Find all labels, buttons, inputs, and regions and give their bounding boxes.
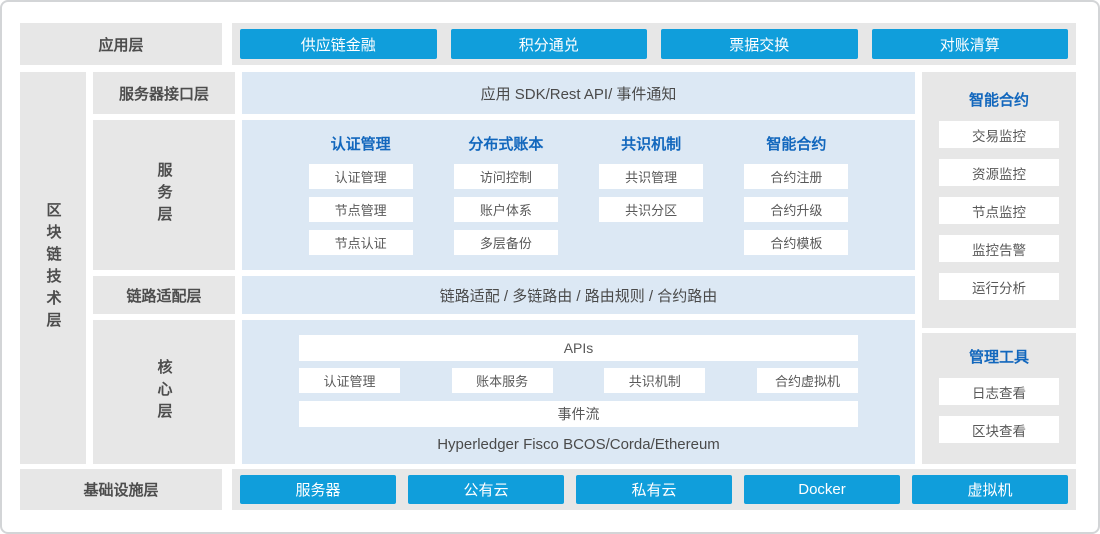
tool-item: 日志查看 [939,378,1059,405]
blockchain-tech-layer-label-text: 区块链技术层 [46,202,61,334]
core-platforms-caption: Hyperledger Fisco BCOS/Corda/Ethereum [299,436,858,453]
infra-button-server: 服务器 [240,475,396,504]
service-item: 认证管理 [309,164,413,189]
service-item: 合约模板 [744,230,848,255]
app-button-bill-exchange: 票据交换 [661,29,858,59]
service-column-consensus-title: 共识机制 [621,133,681,153]
core-item: 账本服务 [452,368,553,393]
monitor-item: 资源监控 [939,159,1059,186]
service-item: 节点管理 [309,197,413,222]
service-column-ledger: 分布式账本 访问控制 账户体系 多层备份 [433,133,578,270]
service-layer-label-text: 服务层 [157,162,172,228]
service-item: 访问控制 [454,164,558,189]
monitor-item: 运行分析 [939,273,1059,300]
service-column-smart-contract-title: 智能合约 [766,133,826,153]
infrastructure-layer-row: 基础设施层 服务器 公有云 私有云 Docker 虚拟机 [20,469,1076,510]
core-item: 共识机制 [604,368,705,393]
core-layer-label-text: 核心层 [157,359,172,425]
monitor-item: 监控告警 [939,235,1059,262]
server-interface-layer-label: 服务器接口层 [93,72,235,114]
service-item: 账户体系 [454,197,558,222]
service-column-auth: 认证管理 认证管理 节点管理 节点认证 [288,133,433,270]
architecture-diagram: 应用层 供应链金融 积分通兑 票据交换 对账清算 区块链技术层 服务器接口层 服… [0,0,1100,534]
smart-contract-panel: 智能合约 交易监控 资源监控 节点监控 监控告警 运行分析 [922,72,1076,328]
core-item: 合约虚拟机 [757,368,858,393]
infrastructure-layer-strip: 服务器 公有云 私有云 Docker 虚拟机 [232,469,1076,510]
sublayer-labels-column: 服务器接口层 服务层 链路适配层 核心层 [93,72,235,464]
infra-button-public-cloud: 公有云 [408,475,564,504]
monitor-item: 节点监控 [939,197,1059,224]
application-layer-strip: 供应链金融 积分通兑 票据交换 对账清算 [232,23,1076,65]
blockchain-tech-layer-row: 区块链技术层 服务器接口层 服务层 链路适配层 核心层 应用 SDK/Rest … [20,72,1076,464]
infra-button-private-cloud: 私有云 [576,475,732,504]
service-column-ledger-title: 分布式账本 [468,133,543,153]
monitor-item: 交易监控 [939,121,1059,148]
core-item: 认证管理 [299,368,400,393]
link-adapter-layer-label: 链路适配层 [93,276,235,314]
service-column-smart-contract: 智能合约 合约注册 合约升级 合约模板 [724,133,869,270]
service-item: 合约升级 [744,197,848,222]
management-tools-panel-title: 管理工具 [969,346,1029,367]
core-layer-label: 核心层 [93,320,235,464]
service-column-auth-title: 认证管理 [331,133,391,153]
app-button-points-exchange: 积分通兑 [451,29,648,59]
blockchain-tech-layer-label: 区块链技术层 [20,72,86,464]
service-layer-panel: 认证管理 认证管理 节点管理 节点认证 分布式账本 访问控制 账户体系 多层备份… [242,120,915,270]
service-column-consensus: 共识机制 共识管理 共识分区 [579,133,724,270]
service-item: 合约注册 [744,164,848,189]
service-item: 共识管理 [599,164,703,189]
apis-bar: APIs [299,335,858,361]
event-stream-bar: 事件流 [299,401,858,427]
tool-item: 区块查看 [939,416,1059,443]
infra-button-virtual-machine: 虚拟机 [912,475,1068,504]
main-content-column: 应用 SDK/Rest API/ 事件通知 认证管理 认证管理 节点管理 节点认… [242,72,915,464]
service-layer-label: 服务层 [93,120,235,270]
server-interface-strip: 应用 SDK/Rest API/ 事件通知 [242,72,915,114]
smart-contract-panel-title: 智能合约 [969,89,1029,110]
app-button-reconciliation-clearing: 对账清算 [872,29,1069,59]
side-panels-column: 智能合约 交易监控 资源监控 节点监控 监控告警 运行分析 管理工具 日志查看 … [922,72,1076,464]
app-button-supply-chain-finance: 供应链金融 [240,29,437,59]
service-item: 节点认证 [309,230,413,255]
infrastructure-layer-label: 基础设施层 [20,469,222,510]
link-adapter-strip: 链路适配 / 多链路由 / 路由规则 / 合约路由 [242,276,915,314]
service-item: 多层备份 [454,230,558,255]
core-layer-panel: APIs 认证管理 账本服务 共识机制 合约虚拟机 事件流 Hyperledge… [242,320,915,464]
service-item: 共识分区 [599,197,703,222]
application-layer-row: 应用层 供应链金融 积分通兑 票据交换 对账清算 [20,23,1076,65]
management-tools-panel: 管理工具 日志查看 区块查看 [922,333,1076,464]
infra-button-docker: Docker [744,475,900,504]
core-items-row: 认证管理 账本服务 共识机制 合约虚拟机 [299,368,858,393]
application-layer-label: 应用层 [20,23,222,65]
